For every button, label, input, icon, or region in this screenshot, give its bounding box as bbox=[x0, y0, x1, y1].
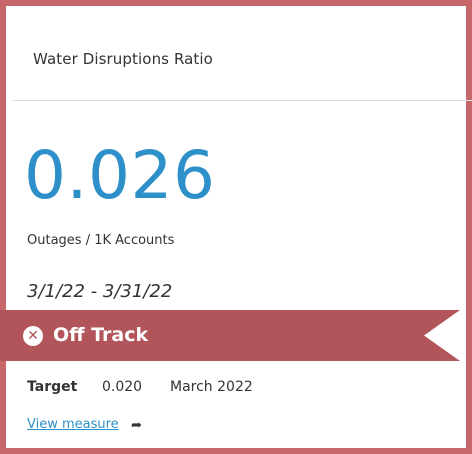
arrow-icon[interactable]: ➦ bbox=[131, 418, 142, 433]
view-measure-link[interactable]: View measure bbox=[27, 417, 119, 432]
target-label: Target bbox=[27, 379, 78, 395]
target-row: Target 0.020 March 2022 bbox=[27, 379, 253, 395]
x-circle-icon: ✕ bbox=[23, 326, 43, 346]
date-range: 3/1/22 - 3/31/22 bbox=[27, 281, 173, 302]
card-header: Water Disruptions Ratio bbox=[12, 12, 472, 101]
measure-value: 0.026 bbox=[24, 137, 216, 214]
measure-unit: Outages / 1K Accounts bbox=[27, 233, 175, 248]
target-value: 0.020 bbox=[102, 379, 143, 395]
status-label: Off Track bbox=[53, 324, 149, 346]
card-title: Water Disruptions Ratio bbox=[33, 50, 213, 68]
target-period: March 2022 bbox=[170, 379, 253, 395]
